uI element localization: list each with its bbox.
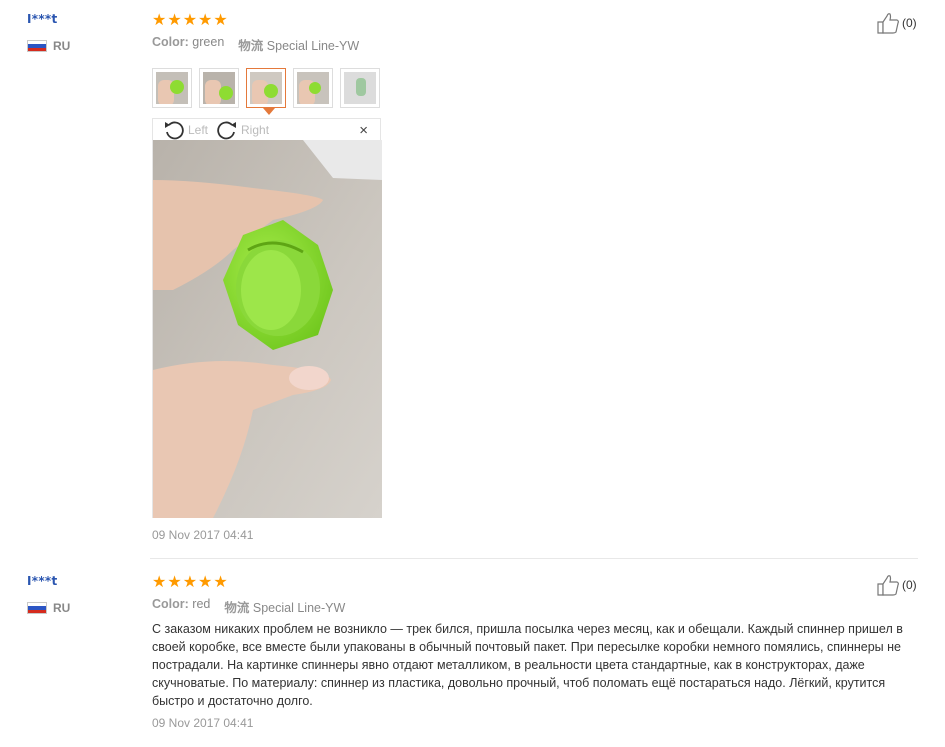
star-icon: ★ [198,572,213,591]
review-thumbnails [152,68,380,108]
review-thumbnail[interactable] [293,68,333,108]
star-icon: ★ [167,572,182,591]
active-thumbnail-pointer [263,108,275,115]
rotate-left-icon [165,121,184,139]
reviewer-country: RU [27,601,70,615]
image-viewer: Left Right × [152,118,382,518]
color-label: Color: [152,597,189,611]
shipping-value: Special Line-YW [266,39,360,53]
country-code: RU [53,601,71,615]
star-icon: ★ [152,10,167,29]
review-item: I***t RU ★ ★ ★ ★ ★ Color: red 物流 Special… [0,562,945,747]
review-text: С заказом никаких проблем не возникло — … [152,622,903,708]
review-divider [150,558,918,559]
star-rating: ★ ★ ★ ★ ★ [152,12,228,28]
rotate-right-button[interactable]: Right [216,120,269,140]
close-icon[interactable]: × [359,122,368,139]
star-rating: ★ ★ ★ ★ ★ [152,574,228,590]
color-value: green [192,35,225,49]
shipping-value: Special Line-YW [252,601,346,615]
shipping-label: 物流 [224,601,250,615]
reviewer-country: RU [27,39,70,53]
review-date: 09 Nov 2017 04:41 [152,716,254,730]
star-icon: ★ [213,10,228,29]
review-meta: Color: red 物流 Special Line-YW [152,597,345,616]
reviewer-name[interactable]: I***t [27,574,58,588]
star-icon: ★ [167,10,182,29]
russia-flag-icon [27,40,47,52]
review-item: I***t RU ★ ★ ★ ★ ★ Color: green 物流 Speci… [0,0,945,560]
rotate-right-icon [217,121,237,139]
color-label: Color: [152,35,189,49]
review-date: 09 Nov 2017 04:41 [152,528,254,542]
reviewer-name[interactable]: I***t [27,12,58,26]
star-icon: ★ [182,10,198,29]
country-code: RU [53,39,71,53]
review-thumbnail[interactable] [199,68,239,108]
review-meta: Color: green 物流 Special Line-YW [152,35,359,54]
star-icon: ★ [152,572,167,591]
star-icon: ★ [213,572,228,591]
spinner-photo-illustration [153,140,382,518]
review-thumbnail[interactable] [340,68,380,108]
review-thumbnail-active[interactable] [246,68,286,108]
helpful-button[interactable]: (0) [876,574,917,596]
viewer-toolbar: Left Right × [153,119,380,140]
helpful-count: (0) [902,578,917,592]
rotate-left-label: Left [188,122,209,137]
thumbs-up-icon [877,13,899,34]
review-photo [153,140,382,518]
rotate-left-button[interactable]: Left [163,120,208,140]
helpful-button[interactable]: (0) [876,12,917,34]
color-value: red [192,597,211,611]
rotate-right-label: Right [241,122,270,137]
helpful-count: (0) [902,16,917,30]
review-thumbnail[interactable] [152,68,192,108]
star-icon: ★ [198,10,213,29]
russia-flag-icon [27,602,47,614]
shipping-label: 物流 [238,39,264,53]
star-icon: ★ [182,572,198,591]
thumbs-up-icon [877,575,899,596]
